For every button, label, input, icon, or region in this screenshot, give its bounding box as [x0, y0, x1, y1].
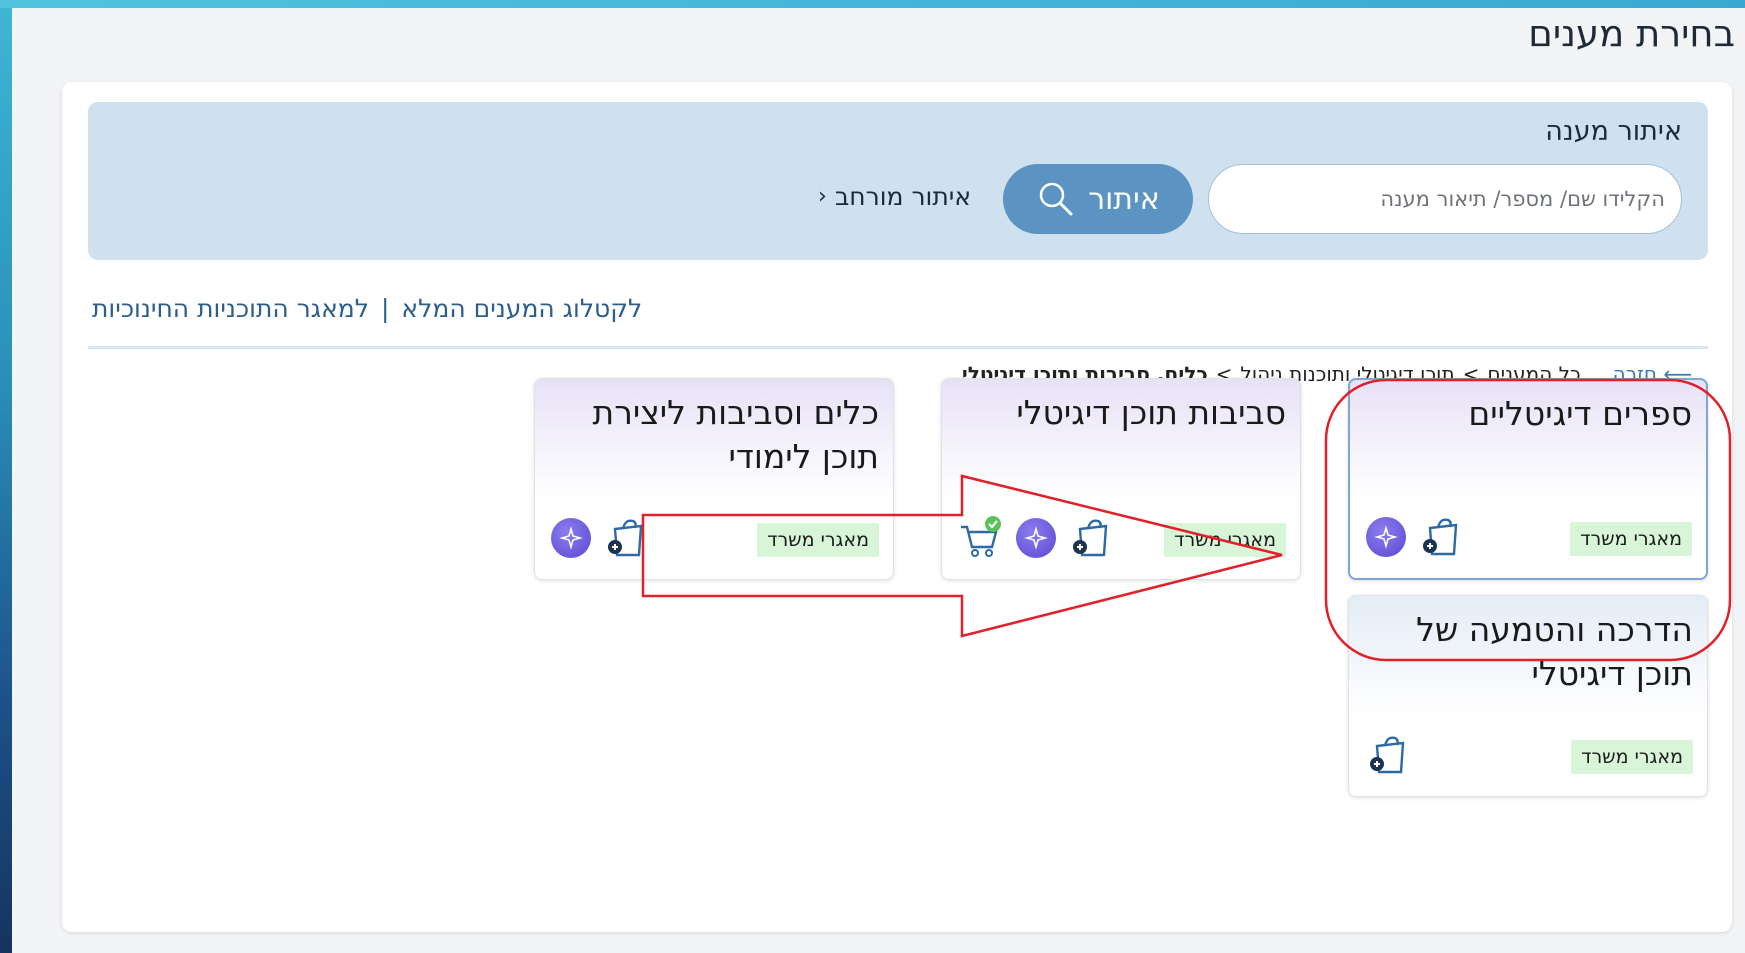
tile-digital-books[interactable]: ספרים דיגיטליים מאגרי משרד: [1348, 378, 1708, 580]
ai-sparkle-icon[interactable]: [1366, 517, 1406, 557]
status-badge: מאגרי משרד: [1570, 522, 1692, 556]
programs-link[interactable]: למאגר התוכניות החינוכיות: [92, 294, 369, 323]
status-badge: מאגרי משרד: [1164, 523, 1286, 557]
add-to-bag-icon[interactable]: [603, 515, 649, 561]
tile-actions: [1365, 732, 1411, 778]
add-to-bag-icon[interactable]: [1068, 515, 1114, 561]
search-icon: [1039, 182, 1073, 216]
catalog-link[interactable]: לקטלוג המענים המלא: [401, 294, 642, 323]
search-button[interactable]: איתור: [1003, 164, 1193, 234]
tile-title: כלים וסביבות ליצירת תוכן לימודי: [592, 393, 880, 476]
advanced-search-label: איתור מורחב: [834, 182, 972, 211]
tile-actions: [958, 515, 1114, 561]
main-card: איתור מענה איתור איתור מורחב ‹ לקטלוג המ…: [62, 82, 1732, 932]
status-badge: מאגרי משרד: [757, 523, 879, 557]
tile-title: סביבות תוכן דיגיטלי: [1016, 393, 1286, 432]
tile-tools-and-environments[interactable]: כלים וסביבות ליצירת תוכן לימודי מאגרי מש…: [534, 378, 894, 580]
cart-check-icon[interactable]: [958, 515, 1004, 561]
tile-title: הדרכה והטמעה של תוכן דיגיטלי: [1416, 610, 1693, 693]
ai-sparkle-icon[interactable]: [1016, 518, 1056, 558]
tile-guidance-implementation[interactable]: הדרכה והטמעה של תוכן דיגיטלי מאגרי משרד: [1348, 595, 1708, 797]
top-strip: [0, 0, 1745, 8]
search-panel: איתור מענה איתור איתור מורחב ‹: [88, 102, 1708, 260]
page: בחירת מענים איתור מענה איתור איתור מורחב…: [12, 8, 1745, 953]
chevron-left-icon: ‹: [818, 184, 827, 209]
status-badge: מאגרי משרד: [1571, 740, 1693, 774]
links-separator: |: [380, 294, 390, 323]
tile-actions: [1366, 514, 1464, 560]
search-button-label: איתור: [1088, 181, 1160, 217]
tile-title: ספרים דיגיטליים: [1468, 394, 1692, 433]
add-to-bag-icon[interactable]: [1365, 732, 1411, 778]
advanced-search-link[interactable]: איתור מורחב ‹: [818, 182, 971, 211]
search-title: איתור מענה: [1545, 116, 1682, 147]
links-row: לקטלוג המענים המלא | למאגר התוכניות החינ…: [92, 294, 642, 323]
tile-actions: [551, 515, 649, 561]
tile-digital-content-environments[interactable]: סביבות תוכן דיגיטלי מאגרי משרד: [941, 378, 1301, 580]
page-title: בחירת מענים: [1528, 12, 1735, 55]
ai-sparkle-icon[interactable]: [551, 518, 591, 558]
add-to-bag-icon[interactable]: [1418, 514, 1464, 560]
divider: [88, 346, 1708, 349]
search-input[interactable]: [1208, 164, 1682, 234]
